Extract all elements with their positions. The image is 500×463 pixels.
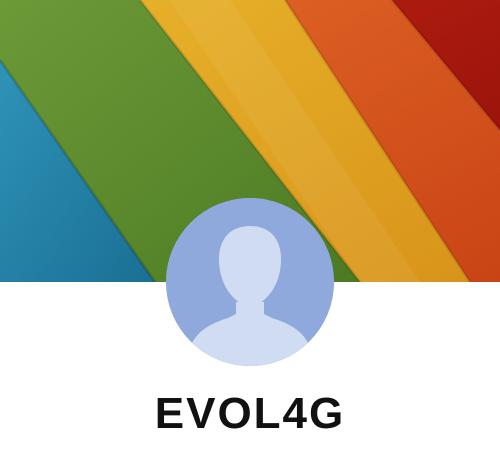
avatar[interactable] — [166, 198, 334, 366]
default-user-silhouette-icon — [166, 198, 334, 366]
profile-card: EVOL4G — [0, 0, 500, 463]
username: EVOL4G — [154, 389, 346, 438]
